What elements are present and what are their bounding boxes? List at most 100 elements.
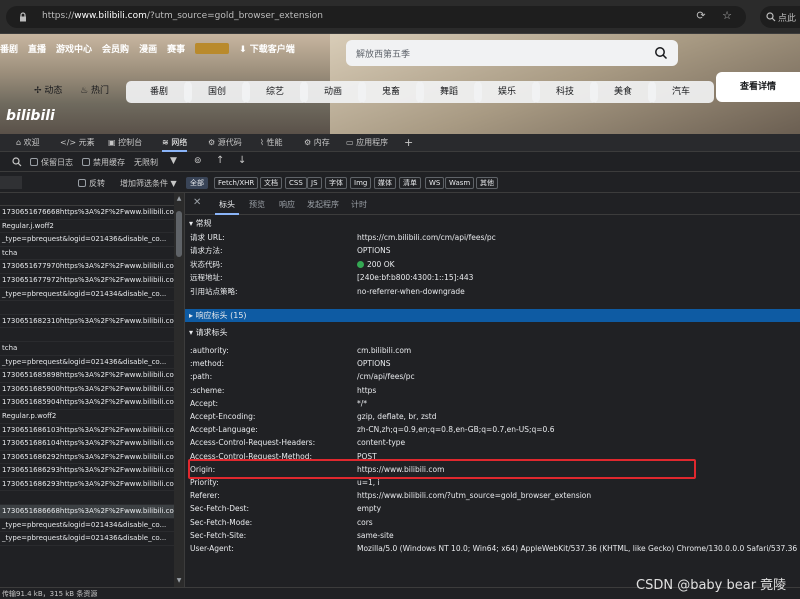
- channel-chip[interactable]: 科技: [532, 81, 598, 103]
- request-row[interactable]: Regular.j.woff2: [0, 220, 174, 234]
- channel-chip[interactable]: 美食: [590, 81, 656, 103]
- tab-response[interactable]: 响应: [279, 199, 295, 210]
- url-field[interactable]: https://www.bilibili.com/?utm_source=gol…: [6, 6, 746, 28]
- request-row[interactable]: 1730651685898https%3A%2F%2Fwww.bilibili.…: [0, 369, 174, 383]
- request-row[interactable]: tcha: [0, 247, 174, 261]
- add-tab-icon[interactable]: +: [404, 136, 413, 150]
- channel-chip[interactable]: 鬼畜: [358, 81, 424, 103]
- response-headers-section[interactable]: ▸ 响应标头 (15): [185, 309, 800, 322]
- header-value[interactable]: empty: [357, 502, 381, 515]
- right-search-field[interactable]: 点此: [760, 6, 800, 28]
- request-row[interactable]: 1730651686104https%3A%2F%2Fwww.bilibili.…: [0, 437, 174, 451]
- search-icon[interactable]: [12, 157, 22, 167]
- header-value[interactable]: Mozilla/5.0 (Windows NT 10.0; Win64; x64…: [357, 542, 800, 555]
- tab-preview[interactable]: 预览: [249, 199, 265, 210]
- header-value[interactable]: cm.bilibili.com: [357, 344, 411, 357]
- site-search-input[interactable]: 解放西第五季: [346, 40, 678, 66]
- request-row[interactable]: 1730651685900https%3A%2F%2Fwww.bilibili.…: [0, 383, 174, 397]
- tab-welcome[interactable]: ⌂ 欢迎: [16, 136, 40, 150]
- close-icon[interactable]: ✕: [193, 197, 201, 208]
- header-value[interactable]: cors: [357, 516, 373, 529]
- nav-item[interactable]: 漫画: [139, 42, 157, 62]
- tab-console[interactable]: ▣ 控制台: [108, 136, 142, 150]
- request-row[interactable]: 1730651686293https%3A%2F%2Fwww.bilibili.…: [0, 464, 174, 478]
- type-filter-chip[interactable]: Wasm: [445, 177, 475, 189]
- request-row[interactable]: Regular.p.woff2: [0, 410, 174, 424]
- channel-chip[interactable]: 国创: [184, 81, 250, 103]
- event-logo[interactable]: [195, 43, 230, 54]
- scrollbar-thumb[interactable]: [176, 211, 182, 257]
- header-value[interactable]: https://www.bilibili.com/?utm_source=gol…: [357, 489, 591, 502]
- tab-performance[interactable]: ⌇ 性能: [260, 136, 282, 150]
- dynamic-link[interactable]: ✢ 动态: [34, 83, 62, 96]
- request-row[interactable]: 1730651677970https%3A%2F%2Fwww.bilibili.…: [0, 260, 174, 274]
- general-section-header[interactable]: ▾ 常规: [185, 217, 800, 230]
- header-value[interactable]: OPTIONS: [357, 357, 391, 370]
- search-icon[interactable]: [654, 46, 668, 60]
- type-filter-chip[interactable]: CSS: [285, 177, 307, 189]
- tab-network[interactable]: ≋ 网络: [162, 136, 188, 152]
- nav-item[interactable]: 番剧: [0, 42, 18, 62]
- type-filter-chip[interactable]: 字体: [325, 177, 347, 189]
- request-row[interactable]: [0, 328, 174, 342]
- request-headers-section[interactable]: ▾ 请求标头: [185, 326, 800, 339]
- type-filter-all[interactable]: 全部: [186, 177, 208, 189]
- header-value[interactable]: https: [357, 384, 376, 397]
- header-value[interactable]: same-site: [357, 529, 394, 542]
- header-value[interactable]: content-type: [357, 436, 405, 449]
- type-filter-chip[interactable]: WS: [425, 177, 445, 189]
- throttle-select[interactable]: 无限制: [134, 157, 158, 168]
- nav-item[interactable]: 赛事: [167, 42, 185, 62]
- reader-icon[interactable]: ⟳: [694, 9, 708, 23]
- request-row[interactable]: _type=pbrequest&logid=021436&disable_co.…: [0, 356, 174, 370]
- disable-cache-checkbox[interactable]: 禁用缓存: [82, 157, 125, 168]
- request-row[interactable]: 1730651686292https%3A%2F%2Fwww.bilibili.…: [0, 451, 174, 465]
- header-value[interactable]: zh-CN,zh;q=0.9,en;q=0.8,en-GB;q=0.7,en-U…: [357, 423, 554, 436]
- nav-item[interactable]: 直播: [28, 42, 46, 62]
- request-row[interactable]: 1730651686103https%3A%2F%2Fwww.bilibili.…: [0, 424, 174, 438]
- favorite-star-icon[interactable]: ☆: [720, 9, 734, 23]
- request-row[interactable]: 1730651686668https%3A%2F%2Fwww.bilibili.…: [0, 505, 174, 519]
- download-icon[interactable]: ↓: [238, 155, 246, 166]
- request-row[interactable]: tcha: [0, 342, 174, 356]
- header-value[interactable]: /cm/api/fees/pc: [357, 370, 415, 383]
- channel-chip[interactable]: 番剧: [126, 81, 192, 103]
- throttle-dropdown-icon[interactable]: ▼: [170, 156, 177, 166]
- channel-chip[interactable]: 娱乐: [474, 81, 540, 103]
- channel-chip[interactable]: 动画: [300, 81, 366, 103]
- type-filter-chip[interactable]: 文档: [260, 177, 282, 189]
- header-value[interactable]: OPTIONS: [357, 244, 391, 257]
- request-row[interactable]: 1730651676668https%3A%2F%2Fwww.bilibili.…: [0, 206, 174, 220]
- request-row[interactable]: 1730651677972https%3A%2F%2Fwww.bilibili.…: [0, 274, 174, 288]
- download-client-link[interactable]: ⬇ 下载客户端: [239, 42, 295, 62]
- tab-memory[interactable]: ⚙ 内存: [304, 136, 330, 150]
- header-value[interactable]: gzip, deflate, br, zstd: [357, 410, 437, 423]
- scroll-up-icon[interactable]: ▲: [175, 195, 183, 202]
- type-filter-chip[interactable]: 媒体: [374, 177, 396, 189]
- bilibili-logo[interactable]: bilibili: [6, 108, 55, 124]
- request-row[interactable]: [0, 301, 174, 315]
- type-filter-chip[interactable]: Fetch/XHR: [214, 177, 259, 189]
- hot-link[interactable]: ♨ 热门: [80, 83, 109, 96]
- type-filter-chip[interactable]: 其他: [476, 177, 498, 189]
- request-row[interactable]: _type=pbrequest&logid=021434&disable_co.…: [0, 288, 174, 302]
- tab-elements[interactable]: </> 元素: [60, 136, 95, 150]
- tab-timing[interactable]: 计时: [351, 199, 367, 210]
- channel-chip[interactable]: 汽车: [648, 81, 714, 103]
- request-list-scrollbar[interactable]: ▲ ▼: [174, 193, 184, 587]
- channel-chip[interactable]: 舞蹈: [416, 81, 482, 103]
- type-filter-chip[interactable]: 清单: [399, 177, 421, 189]
- channel-chip[interactable]: 综艺: [242, 81, 308, 103]
- header-value[interactable]: */*: [357, 397, 367, 410]
- tab-sources[interactable]: ⚙ 源代码: [208, 136, 242, 150]
- invert-checkbox[interactable]: 反转: [78, 178, 105, 189]
- tab-application[interactable]: ▭ 应用程序: [346, 136, 388, 150]
- tab-headers[interactable]: 标头: [215, 199, 239, 215]
- header-value[interactable]: no-referrer-when-downgrade: [357, 285, 465, 298]
- request-row[interactable]: 1730651686293https%3A%2F%2Fwww.bilibili.…: [0, 478, 174, 492]
- nav-item[interactable]: 会员购: [102, 42, 129, 62]
- filter-input[interactable]: [0, 176, 22, 189]
- header-value[interactable]: 200 OK: [357, 258, 395, 271]
- preserve-log-checkbox[interactable]: 保留日志: [30, 157, 73, 168]
- more-filters-dropdown[interactable]: 增加筛选条件 ▼: [120, 178, 177, 189]
